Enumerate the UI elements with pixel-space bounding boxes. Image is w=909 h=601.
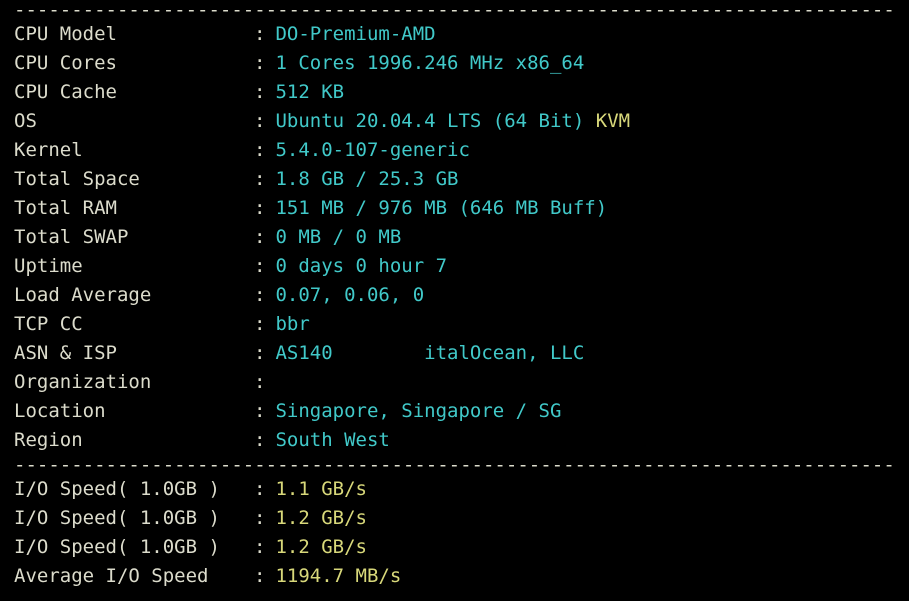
label-tcp-cc: TCP CC	[14, 310, 254, 339]
row-io-speed-3: I/O Speed( 1.0GB ) : 1.2 GB/s	[14, 533, 895, 562]
label-io-speed-1: I/O Speed( 1.0GB )	[14, 475, 254, 504]
row-organization: Organization :	[14, 368, 895, 397]
separator: :	[254, 107, 265, 136]
divider-mid: ----------------------------------------…	[14, 455, 895, 475]
separator: :	[254, 78, 265, 107]
value-location: Singapore, Singapore / SG	[275, 397, 561, 426]
separator: :	[254, 397, 265, 426]
value-region: South West	[275, 426, 389, 455]
label-organization: Organization	[14, 368, 254, 397]
row-total-ram: Total RAM : 151 MB / 976 MB (646 MB Buff…	[14, 194, 895, 223]
label-uptime: Uptime	[14, 252, 254, 281]
value-os: Ubuntu 20.04.4 LTS (64 Bit)	[275, 107, 584, 136]
label-kernel: Kernel	[14, 136, 254, 165]
label-total-ram: Total RAM	[14, 194, 254, 223]
label-cpu-model: CPU Model	[14, 20, 254, 49]
label-region: Region	[14, 426, 254, 455]
value-kernel: 5.4.0-107-generic	[275, 136, 469, 165]
value-total-ram: 151 MB / 976 MB (646 MB Buff)	[275, 194, 607, 223]
label-location: Location	[14, 397, 254, 426]
value-io-speed-1: 1.1 GB/s	[275, 475, 367, 504]
row-io-speed-2: I/O Speed( 1.0GB ) : 1.2 GB/s	[14, 504, 895, 533]
value-os-hypervisor: KVM	[596, 107, 630, 136]
separator: :	[254, 426, 265, 455]
separator: :	[254, 136, 265, 165]
value-cpu-model: DO-Premium-AMD	[275, 20, 435, 49]
label-cpu-cores: CPU Cores	[14, 49, 254, 78]
row-uptime: Uptime : 0 days 0 hour 7	[14, 252, 895, 281]
row-location: Location : Singapore, Singapore / SG	[14, 397, 895, 426]
row-load-average: Load Average : 0.07, 0.06, 0	[14, 281, 895, 310]
label-os: OS	[14, 107, 254, 136]
row-total-swap: Total SWAP : 0 MB / 0 MB	[14, 223, 895, 252]
separator: :	[254, 252, 265, 281]
row-io-speed-1: I/O Speed( 1.0GB ) : 1.1 GB/s	[14, 475, 895, 504]
separator: :	[254, 194, 265, 223]
separator: :	[254, 504, 265, 533]
label-io-speed-3: I/O Speed( 1.0GB )	[14, 533, 254, 562]
label-load-average: Load Average	[14, 281, 254, 310]
label-io-speed-avg: Average I/O Speed	[14, 562, 254, 591]
separator: :	[254, 223, 265, 252]
separator: :	[254, 281, 265, 310]
label-io-speed-2: I/O Speed( 1.0GB )	[14, 504, 254, 533]
row-tcp-cc: TCP CC : bbr	[14, 310, 895, 339]
separator: :	[254, 368, 265, 397]
separator: :	[254, 20, 265, 49]
value-io-speed-3: 1.2 GB/s	[275, 533, 367, 562]
row-cpu-model: CPU Model : DO-Premium-AMD	[14, 20, 895, 49]
value-total-swap: 0 MB / 0 MB	[275, 223, 401, 252]
value-load-average: 0.07, 0.06, 0	[275, 281, 424, 310]
row-io-speed-avg: Average I/O Speed : 1194.7 MB/s	[14, 562, 895, 591]
label-asn-isp: ASN & ISP	[14, 339, 254, 368]
value-io-speed-2: 1.2 GB/s	[275, 504, 367, 533]
row-asn-isp: ASN & ISP : AS140 italOcean, LLC	[14, 339, 895, 368]
label-total-swap: Total SWAP	[14, 223, 254, 252]
value-io-speed-avg: 1194.7 MB/s	[275, 562, 401, 591]
value-asn-isp: AS140 italOcean, LLC	[275, 339, 584, 368]
row-kernel: Kernel : 5.4.0-107-generic	[14, 136, 895, 165]
separator: :	[254, 475, 265, 504]
terminal-output: ----------------------------------------…	[0, 0, 909, 591]
separator: :	[254, 165, 265, 194]
row-cpu-cache: CPU Cache : 512 KB	[14, 78, 895, 107]
value-tcp-cc: bbr	[275, 310, 309, 339]
value-uptime: 0 days 0 hour 7	[275, 252, 447, 281]
row-total-space: Total Space : 1.8 GB / 25.3 GB	[14, 165, 895, 194]
value-cpu-cores: 1 Cores 1996.246 MHz x86_64	[275, 49, 584, 78]
separator: :	[254, 339, 265, 368]
label-total-space: Total Space	[14, 165, 254, 194]
value-total-space: 1.8 GB / 25.3 GB	[275, 165, 458, 194]
divider-top: ----------------------------------------…	[14, 0, 895, 20]
row-os: OS : Ubuntu 20.04.4 LTS (64 Bit) KVM	[14, 107, 895, 136]
row-region: Region : South West	[14, 426, 895, 455]
row-cpu-cores: CPU Cores : 1 Cores 1996.246 MHz x86_64	[14, 49, 895, 78]
separator: :	[254, 310, 265, 339]
separator: :	[254, 533, 265, 562]
label-cpu-cache: CPU Cache	[14, 78, 254, 107]
separator: :	[254, 49, 265, 78]
separator: :	[254, 562, 265, 591]
value-cpu-cache: 512 KB	[275, 78, 344, 107]
